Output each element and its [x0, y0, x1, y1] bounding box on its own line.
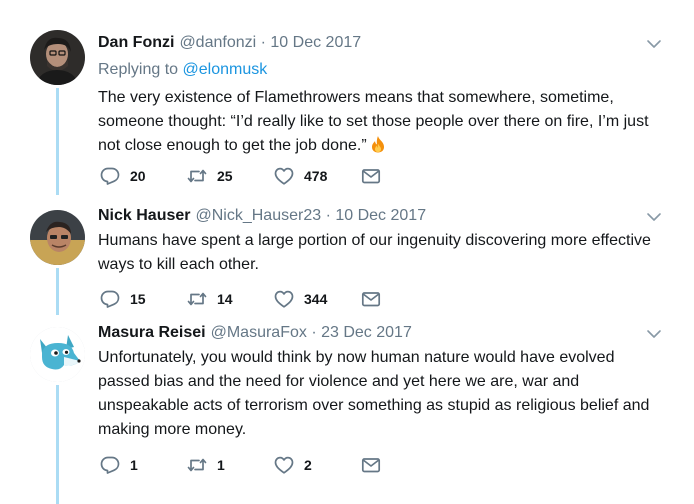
like-count: 478 — [304, 168, 328, 184]
reply-thread: Dan Fonzi @danfonzi · 10 Dec 2017 Replyin… — [0, 0, 694, 504]
direct-message-button[interactable] — [361, 290, 391, 308]
reply-icon — [100, 456, 120, 474]
like-icon — [274, 456, 294, 474]
tweet[interactable]: Dan Fonzi @danfonzi · 10 Dec 2017 Replyin… — [0, 0, 694, 195]
author-handle[interactable]: @Nick_Hauser23 — [196, 207, 322, 224]
thread-line — [56, 88, 59, 195]
tweet-text: Humans have spent a large portion of our… — [98, 232, 651, 273]
author-handle[interactable]: @MasuraFox — [211, 324, 307, 341]
message-icon — [361, 167, 381, 185]
tweet-actions: 20 25 478 — [100, 165, 391, 187]
tweet-content: Nick Hauser @Nick_Hauser23 · 10 Dec 2017 … — [98, 205, 662, 277]
chevron-down-icon[interactable] — [646, 326, 662, 342]
separator-dot: · — [325, 207, 331, 224]
retweet-icon — [187, 167, 207, 185]
reply-count: 20 — [130, 168, 146, 184]
chevron-down-icon[interactable] — [646, 36, 662, 52]
reply-button[interactable]: 20 — [100, 167, 187, 185]
tweet-date[interactable]: 10 Dec 2017 — [270, 34, 361, 51]
replying-to: Replying to @elonmusk — [98, 59, 662, 81]
thread-line — [56, 268, 59, 315]
like-button[interactable]: 2 — [274, 456, 361, 474]
tweet[interactable]: Nick Hauser @Nick_Hauser23 · 10 Dec 2017 … — [0, 195, 694, 315]
chevron-down-icon[interactable] — [646, 209, 662, 225]
message-icon — [361, 456, 381, 474]
fire-icon — [370, 135, 386, 153]
author-handle[interactable]: @danfonzi — [179, 34, 256, 51]
reply-icon — [100, 167, 120, 185]
like-button[interactable]: 344 — [274, 290, 361, 308]
direct-message-button[interactable] — [361, 456, 391, 474]
tweet-actions: 1 1 2 — [100, 454, 391, 476]
tweet-header: Nick Hauser @Nick_Hauser23 · 10 Dec 2017 — [98, 205, 662, 227]
retweet-icon — [187, 290, 207, 308]
tweet-header: Masura Reisei @MasuraFox · 23 Dec 2017 — [98, 322, 662, 344]
author-name[interactable]: Nick Hauser — [98, 207, 191, 224]
retweet-button[interactable]: 14 — [187, 290, 274, 308]
tweet-content: Dan Fonzi @danfonzi · 10 Dec 2017 Replyin… — [98, 32, 662, 158]
like-button[interactable]: 478 — [274, 167, 361, 185]
retweet-count: 25 — [217, 168, 233, 184]
retweet-count: 1 — [217, 457, 225, 473]
direct-message-button[interactable] — [361, 167, 391, 185]
separator-dot: · — [311, 324, 317, 341]
reply-count: 1 — [130, 457, 138, 473]
like-count: 2 — [304, 457, 312, 473]
like-icon — [274, 290, 294, 308]
tweet-text: The very existence of Flamethrowers mean… — [98, 86, 662, 158]
tweet-actions: 15 14 344 — [100, 288, 391, 310]
tweet-header: Dan Fonzi @danfonzi · 10 Dec 2017 — [98, 32, 662, 54]
retweet-button[interactable]: 25 — [187, 167, 274, 185]
mention-link[interactable]: @elonmusk — [183, 61, 268, 78]
reply-icon — [100, 290, 120, 308]
avatar[interactable] — [30, 30, 85, 85]
tweet-text: Unfortunately, you would think by now hu… — [98, 349, 650, 438]
retweet-button[interactable]: 1 — [187, 456, 274, 474]
tweet-date[interactable]: 10 Dec 2017 — [335, 207, 426, 224]
tweet-date[interactable]: 23 Dec 2017 — [321, 324, 412, 341]
like-count: 344 — [304, 291, 328, 307]
separator-dot: · — [260, 34, 266, 51]
reply-button[interactable]: 15 — [100, 290, 187, 308]
reply-count: 15 — [130, 291, 146, 307]
retweet-count: 14 — [217, 291, 233, 307]
author-name[interactable]: Masura Reisei — [98, 324, 206, 341]
tweet-content: Masura Reisei @MasuraFox · 23 Dec 2017 Un… — [98, 322, 662, 442]
message-icon — [361, 290, 381, 308]
like-icon — [274, 167, 294, 185]
replying-to-label: Replying to — [98, 61, 179, 78]
reply-button[interactable]: 1 — [100, 456, 187, 474]
tweet[interactable]: Masura Reisei @MasuraFox · 23 Dec 2017 Un… — [0, 315, 694, 504]
thread-line — [56, 385, 59, 504]
avatar[interactable] — [30, 210, 85, 265]
author-name[interactable]: Dan Fonzi — [98, 34, 174, 51]
avatar[interactable] — [30, 327, 85, 382]
retweet-icon — [187, 456, 207, 474]
